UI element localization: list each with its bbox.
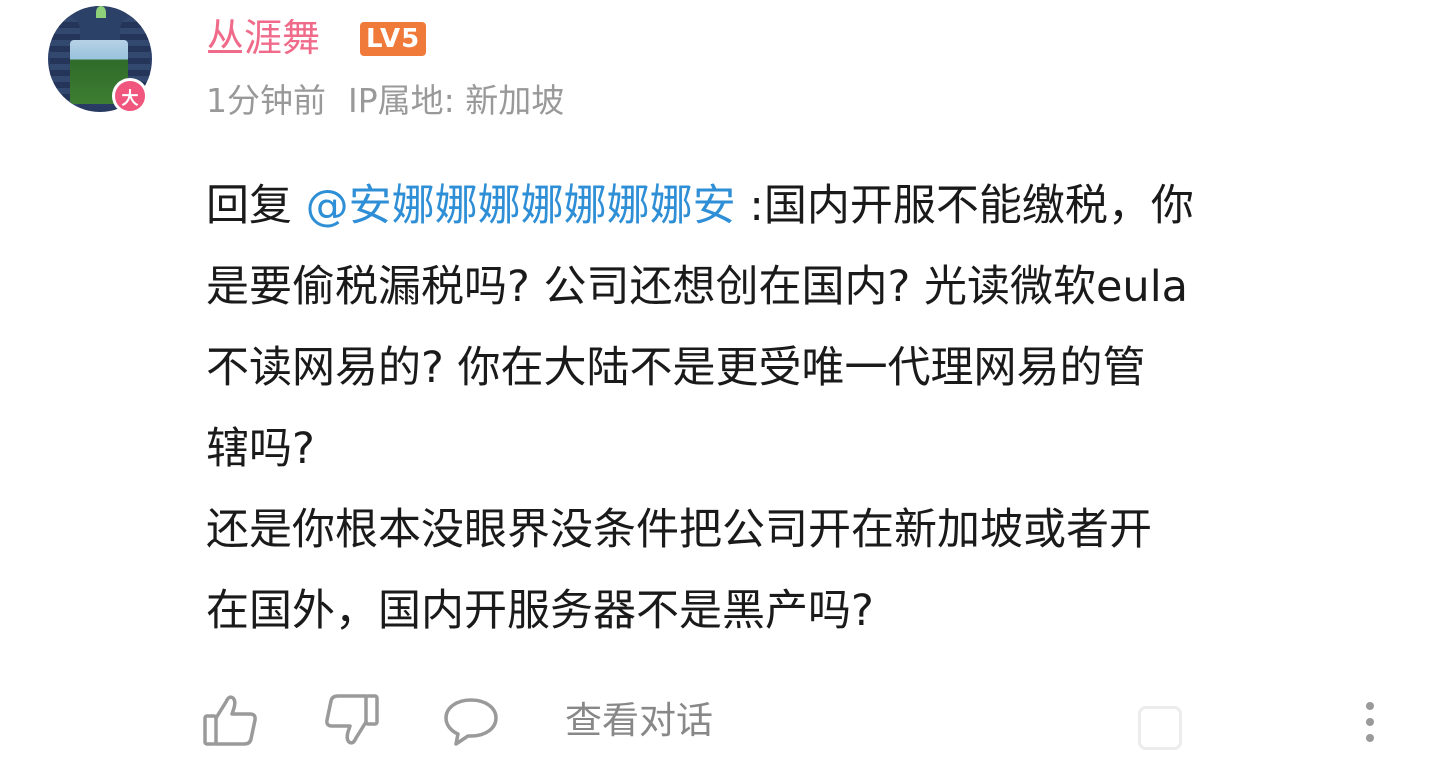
mention-link[interactable]: @安娜娜娜娜娜娜娜安 (306, 181, 736, 231)
comment-line: 还是你根本没眼界没条件把公司开在新加坡或者开 (206, 505, 1152, 555)
comment-text: :国内开服不能缴税，你 (735, 181, 1194, 231)
comment-line: 回复 @安娜娜娜娜娜娜娜安 :国内开服不能缴税，你 (206, 166, 1406, 247)
comment-bubble-icon[interactable] (442, 692, 500, 752)
comment-meta: 1分钟前 IP属地: 新加坡 (206, 78, 564, 124)
level-badge: LV5 (360, 22, 427, 56)
action-bar: 查看对话 (0, 680, 1440, 760)
thumbs-up-icon[interactable] (202, 692, 260, 752)
more-options-icon[interactable] (1360, 698, 1380, 752)
reply-prefix: 回复 (206, 181, 306, 231)
comment-line: 不读网易的? 你在大陆不是更受唯一代理网易的管 (206, 343, 1146, 393)
comment-body: 回复 @安娜娜娜娜娜娜娜安 :国内开服不能缴税，你 是要偷税漏税吗? 公司还想创… (206, 166, 1406, 652)
watermark-logo (1138, 706, 1182, 750)
comment-line: 是要偷税漏税吗? 公司还想创在国内? 光读微软eula (206, 262, 1188, 312)
avatar[interactable]: 大 (48, 6, 154, 116)
avatar-badge: 大 (112, 78, 148, 114)
comment-line: 辖吗? (206, 424, 315, 474)
username[interactable]: 丛涯舞 (206, 14, 320, 62)
thumbs-down-icon[interactable] (322, 692, 380, 752)
comment-time: 1分钟前 (206, 81, 326, 120)
comment-line: 在国外，国内开服务器不是黑产吗? (206, 586, 874, 636)
view-conversation-link[interactable]: 查看对话 (565, 696, 713, 746)
ip-location: IP属地: 新加坡 (348, 81, 565, 120)
